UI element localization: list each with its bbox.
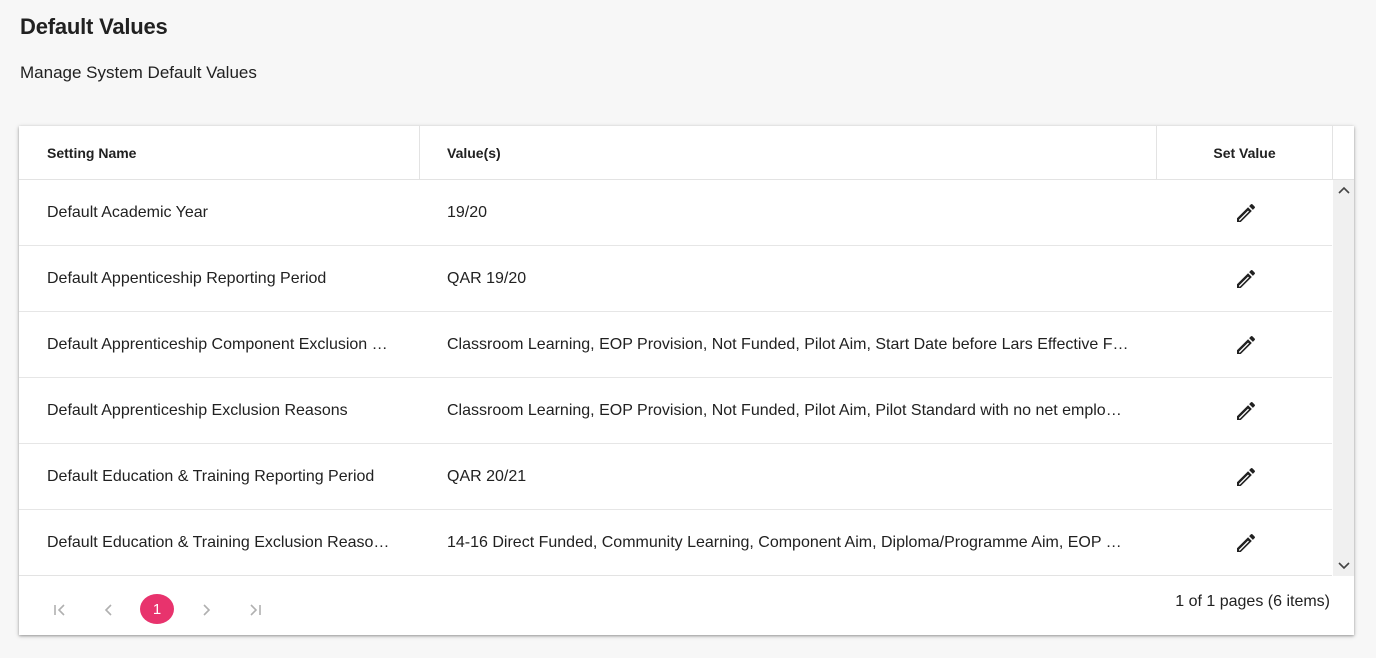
- page-subtitle: Manage System Default Values: [20, 63, 257, 82]
- pencil-edit-icon: [1237, 401, 1256, 420]
- value-cell: QAR 20/21: [447, 467, 527, 485]
- set-value-cell: [1157, 395, 1332, 427]
- page-number-button[interactable]: 1: [140, 594, 174, 624]
- pencil-edit-icon: [1237, 269, 1256, 288]
- default-values-grid: Setting Name Value(s) Set Value Default …: [19, 126, 1354, 635]
- grid-header: Setting Name Value(s) Set Value: [19, 126, 1354, 180]
- pencil-edit-icon: [1237, 533, 1256, 552]
- pager: 1 1 of 1 pages (6 items): [19, 576, 1354, 635]
- previous-page-button[interactable]: [94, 595, 124, 625]
- first-page-button[interactable]: [45, 595, 75, 625]
- value-cell: 19/20: [447, 203, 488, 221]
- pencil-edit-icon: [1237, 467, 1256, 486]
- scroll-down-button[interactable]: [1333, 558, 1354, 574]
- pencil-edit-icon: [1237, 335, 1256, 354]
- set-value-cell: [1157, 461, 1332, 493]
- edit-button[interactable]: [1230, 395, 1262, 427]
- scrollbar-track[interactable]: [1336, 200, 1351, 556]
- table-row[interactable]: Default Apprenticeship Exclusion Reasons…: [19, 378, 1332, 444]
- value-cell: Classroom Learning, EOP Provision, Not F…: [447, 335, 1134, 353]
- vertical-scrollbar[interactable]: [1333, 180, 1354, 576]
- value-cell: 14-16 Direct Funded, Community Learning,…: [447, 533, 1133, 551]
- table-row[interactable]: Default Education & Training Reporting P…: [19, 444, 1332, 510]
- edit-button[interactable]: [1230, 263, 1262, 295]
- table-row[interactable]: Default Appenticeship Reporting Period Q…: [19, 246, 1332, 312]
- column-header-values[interactable]: Value(s): [420, 126, 1157, 179]
- edit-button[interactable]: [1230, 461, 1262, 493]
- pencil-edit-icon: [1237, 203, 1256, 222]
- edit-button[interactable]: [1230, 527, 1262, 559]
- setting-name-cell: Default Appenticeship Reporting Period: [47, 269, 327, 287]
- last-page-button[interactable]: [240, 595, 270, 625]
- last-page-icon: [250, 604, 261, 616]
- edit-button[interactable]: [1230, 197, 1262, 229]
- setting-name-cell: Default Apprenticeship Component Exclusi…: [47, 335, 388, 353]
- chevron-up-icon: [1337, 186, 1350, 194]
- grid-body: Default Academic Year 19/20 Default Appe…: [19, 180, 1332, 576]
- page-title: Default Values: [20, 14, 168, 39]
- scroll-up-button[interactable]: [1333, 182, 1354, 198]
- previous-page-icon: [104, 604, 112, 616]
- first-page-icon: [54, 604, 65, 616]
- value-cell: Classroom Learning, EOP Provision, Not F…: [447, 401, 1130, 419]
- pager-info: 1 of 1 pages (6 items): [1175, 593, 1330, 610]
- set-value-cell: [1157, 329, 1332, 361]
- edit-button[interactable]: [1230, 329, 1262, 361]
- set-value-cell: [1157, 263, 1332, 295]
- setting-name-cell: Default Academic Year: [47, 203, 208, 221]
- setting-name-cell: Default Education & Training Exclusion R…: [47, 533, 391, 551]
- set-value-cell: [1157, 197, 1332, 229]
- table-row[interactable]: Default Apprenticeship Component Exclusi…: [19, 312, 1332, 378]
- column-header-setting-name[interactable]: Setting Name: [19, 126, 420, 179]
- value-cell: QAR 19/20: [447, 269, 527, 287]
- setting-name-cell: Default Education & Training Reporting P…: [47, 467, 375, 485]
- table-row[interactable]: Default Education & Training Exclusion R…: [19, 510, 1332, 576]
- table-row[interactable]: Default Academic Year 19/20: [19, 180, 1332, 246]
- header-scroll-spacer: [1333, 126, 1354, 179]
- chevron-down-icon: [1337, 562, 1350, 570]
- setting-name-cell: Default Apprenticeship Exclusion Reasons: [47, 401, 348, 419]
- next-page-button[interactable]: [191, 595, 221, 625]
- set-value-cell: [1157, 527, 1332, 559]
- column-header-set-value[interactable]: Set Value: [1157, 126, 1333, 179]
- next-page-icon: [203, 604, 211, 616]
